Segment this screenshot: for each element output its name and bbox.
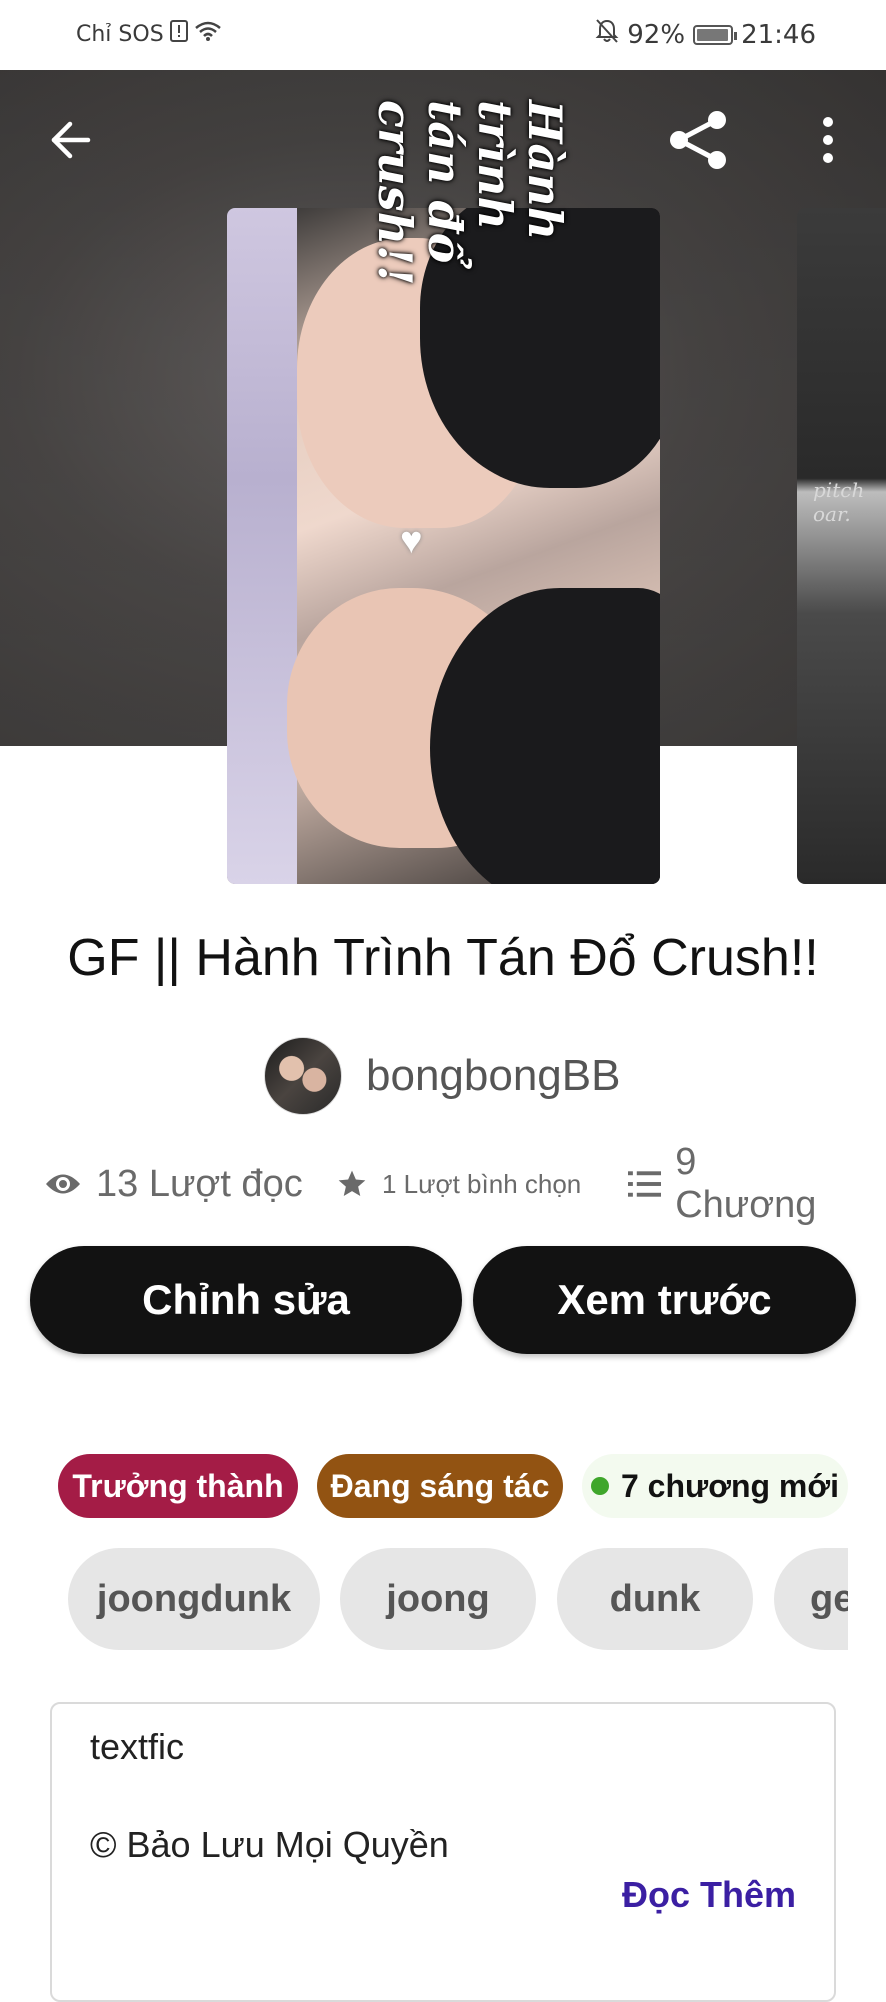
wifi-icon <box>194 20 222 48</box>
author-name[interactable]: bongbongBB <box>366 1051 620 1101</box>
tag-chip[interactable]: ge <box>774 1548 848 1650</box>
description-text: textfic <box>90 1726 185 1767</box>
heart-icon: ♥ <box>400 520 423 562</box>
star-icon <box>338 1170 366 1196</box>
next-cover-text: pitch oar. <box>813 478 865 526</box>
new-parts-label: 7 chương mới <box>620 1467 840 1504</box>
reads-count: 13 Lượt đọc <box>96 1162 303 1205</box>
mature-badge: Trưởng thành <box>58 1454 298 1518</box>
status-bar: Chỉ SOS 92% 21:46 <box>0 0 886 70</box>
parts-count: 9 Chương <box>675 1141 817 1226</box>
sim-alert-icon <box>169 20 188 48</box>
new-dot-icon <box>590 1477 609 1495</box>
next-story-cover[interactable]: pitch oar. <box>797 208 886 884</box>
parts-stat: 9 Chương <box>628 1141 844 1226</box>
back-arrow-icon <box>51 121 91 159</box>
reads-stat: 13 Lượt đọc <box>44 1152 303 1216</box>
ongoing-badge: Đang sáng tác <box>317 1454 563 1518</box>
tag-chip[interactable]: dunk <box>557 1548 753 1650</box>
more-vertical-icon <box>823 117 833 163</box>
battery-percent: 92% <box>627 19 686 50</box>
tag-chip[interactable]: joongdunk <box>68 1548 320 1650</box>
status-right: 92% 21:46 <box>595 18 816 51</box>
eye-icon <box>46 1174 80 1194</box>
list-icon <box>628 1171 662 1197</box>
copyright-text: © Bảo Lưu Mọi Quyền <box>90 1824 449 1865</box>
tag-list: joongdunk joong dunk ge <box>68 1548 848 1650</box>
status-left: Chỉ SOS <box>76 20 222 48</box>
author-row[interactable]: bongbongBB <box>264 1036 620 1116</box>
back-button[interactable] <box>40 112 100 168</box>
more-options-button[interactable] <box>810 112 846 168</box>
preview-button[interactable]: Xem trước <box>473 1246 856 1354</box>
clock: 21:46 <box>741 19 816 50</box>
mute-bell-icon <box>595 18 619 51</box>
story-cover[interactable] <box>227 208 660 884</box>
description-box: textfic © Bảo Lưu Mọi Quyền Đọc Thêm <box>50 1702 836 2002</box>
votes-count: 1 Lượt bình chọn <box>382 1168 582 1199</box>
share-button[interactable] <box>665 106 733 174</box>
carrier-text: Chỉ SOS <box>76 21 164 47</box>
edit-button[interactable]: Chỉnh sửa <box>30 1246 462 1354</box>
battery-icon <box>693 24 738 45</box>
story-stats: 13 Lượt đọc 1 Lượt bình chọn 9 Chương <box>44 1141 844 1226</box>
tag-chip[interactable]: joong <box>340 1548 536 1650</box>
story-title: GF || Hành Trình Tán Đổ Crush!! <box>67 929 819 987</box>
votes-stat: 1 Lượt bình chọn <box>336 1152 581 1216</box>
share-icon <box>670 111 726 169</box>
read-more-link[interactable]: Đọc Thêm <box>622 1874 796 1916</box>
cover-title-art: Hành trình tán đổ crush!! <box>368 100 572 286</box>
new-parts-badge: 7 chương mới <box>582 1454 848 1518</box>
author-avatar[interactable] <box>264 1037 342 1115</box>
